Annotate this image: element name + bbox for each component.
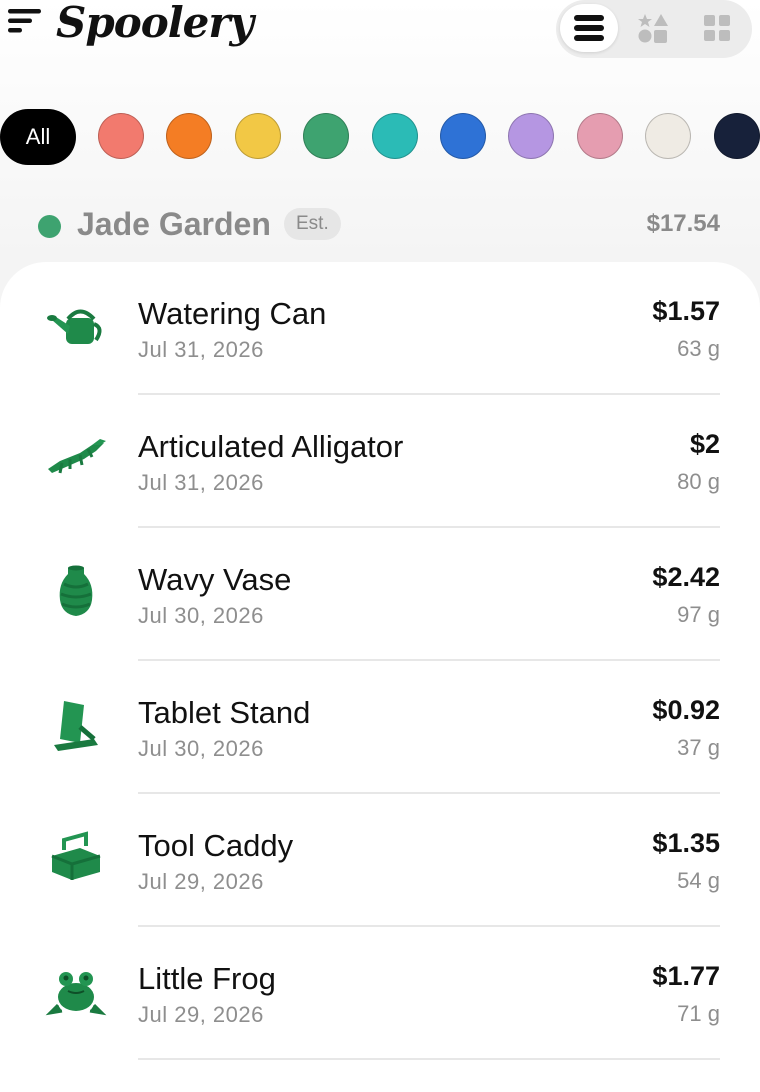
grid-view-button[interactable] bbox=[688, 4, 746, 52]
print-price: $0.92 bbox=[652, 695, 720, 725]
group-color-dot bbox=[38, 215, 61, 238]
swatch-cream[interactable] bbox=[645, 113, 691, 159]
print-weight: 97 g bbox=[677, 602, 720, 627]
print-weight: 80 g bbox=[677, 469, 720, 494]
view-toggle bbox=[556, 0, 752, 58]
swatch-salmon[interactable] bbox=[98, 113, 144, 159]
print-title: Tool Caddy bbox=[138, 828, 294, 863]
print-weight: 63 g bbox=[677, 336, 720, 361]
swatch-yellow[interactable] bbox=[235, 113, 281, 159]
print-price: $2.42 bbox=[652, 562, 720, 592]
color-filter-bar: All bbox=[0, 108, 760, 166]
top-bar: Spoolery bbox=[0, 0, 760, 70]
menu-icon[interactable] bbox=[6, 4, 46, 44]
shapes-icon bbox=[638, 14, 668, 43]
swatch-teal[interactable] bbox=[372, 113, 418, 159]
print-title: Articulated Alligator bbox=[138, 429, 404, 464]
print-date: Jul 30, 2026 bbox=[138, 736, 264, 761]
watering-can-icon bbox=[40, 288, 112, 360]
group-total: $17.54 bbox=[646, 210, 720, 237]
frog-icon bbox=[40, 953, 112, 1025]
list-item[interactable]: Little Frog Jul 29, 2026 $1.77 71 g bbox=[0, 927, 760, 1060]
print-title: Little Frog bbox=[138, 961, 276, 996]
filter-all-chip[interactable]: All bbox=[0, 109, 76, 165]
print-title: Tablet Stand bbox=[138, 695, 311, 730]
list-item[interactable]: Tool Caddy Jul 29, 2026 $1.35 54 g bbox=[0, 794, 760, 927]
swatch-lavender[interactable] bbox=[508, 113, 554, 159]
print-price: $1.77 bbox=[652, 961, 720, 991]
list-icon bbox=[574, 15, 604, 41]
print-weight: 54 g bbox=[677, 868, 720, 893]
swatch-green[interactable] bbox=[303, 113, 349, 159]
print-price: $1.35 bbox=[652, 828, 720, 858]
print-price: $2 bbox=[689, 429, 720, 459]
print-date: Jul 31, 2026 bbox=[138, 337, 264, 362]
grid-icon bbox=[704, 15, 730, 41]
swatch-pink[interactable] bbox=[577, 113, 623, 159]
print-title: Watering Can bbox=[138, 296, 327, 331]
group-name: Jade Garden bbox=[77, 206, 271, 242]
list-item[interactable]: Wavy Vase Jul 30, 2026 $2.42 97 g bbox=[0, 528, 760, 661]
print-date: Jul 29, 2026 bbox=[138, 1002, 264, 1027]
list-item[interactable]: Watering Can Jul 31, 2026 $1.57 63 g bbox=[0, 262, 760, 395]
shapes-view-button[interactable] bbox=[624, 4, 682, 52]
vase-icon bbox=[40, 554, 112, 626]
print-date: Jul 30, 2026 bbox=[138, 603, 264, 628]
swatch-blue[interactable] bbox=[440, 113, 486, 159]
print-date: Jul 31, 2026 bbox=[138, 470, 264, 495]
alligator-icon bbox=[40, 421, 112, 493]
divider bbox=[138, 1058, 720, 1060]
swatch-orange[interactable] bbox=[166, 113, 212, 159]
print-title: Wavy Vase bbox=[138, 562, 292, 597]
swatch-navy[interactable] bbox=[714, 113, 760, 159]
print-date: Jul 29, 2026 bbox=[138, 869, 264, 894]
list-item[interactable]: Articulated Alligator Jul 31, 2026 $2 80… bbox=[0, 395, 760, 528]
list-view-button[interactable] bbox=[560, 4, 618, 52]
estimate-badge: Est. bbox=[284, 208, 341, 240]
group-header: Jade Garden Est. $17.54 bbox=[0, 206, 760, 246]
print-weight: 37 g bbox=[677, 735, 720, 760]
print-price: $1.57 bbox=[652, 296, 720, 326]
tool-caddy-icon bbox=[40, 820, 112, 892]
print-weight: 71 g bbox=[677, 1001, 720, 1026]
list-item[interactable]: Tablet Stand Jul 30, 2026 $0.92 37 g bbox=[0, 661, 760, 794]
app-logo: Spoolery bbox=[56, 0, 254, 47]
prints-list: Watering Can Jul 31, 2026 $1.57 63 g Art… bbox=[0, 262, 760, 1092]
tablet-stand-icon bbox=[40, 687, 112, 759]
